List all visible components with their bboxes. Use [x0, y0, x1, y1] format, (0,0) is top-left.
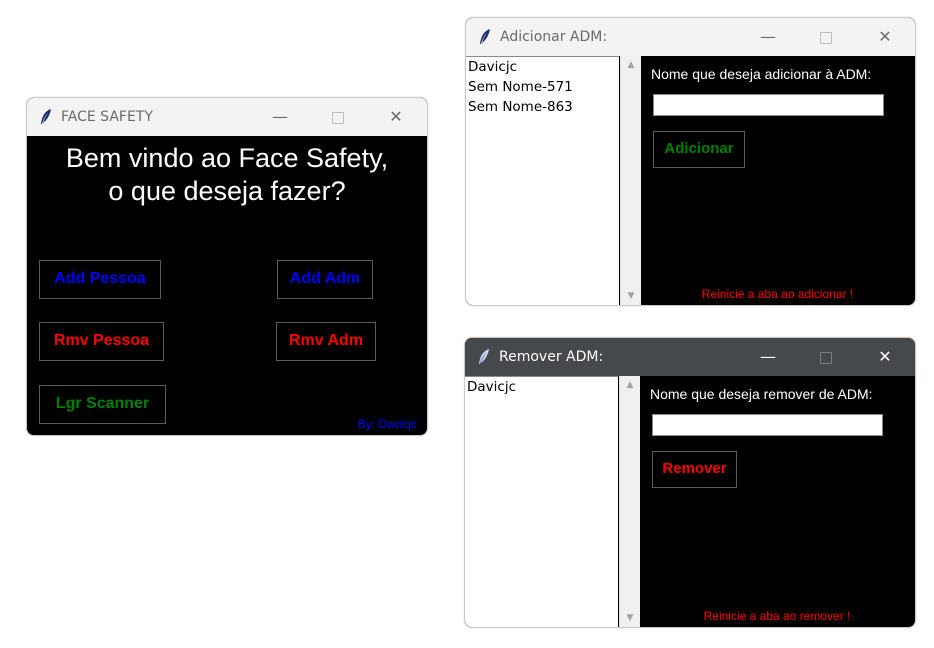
add-restart-note: Reinicie a aba ao adicionar ! — [701, 287, 854, 301]
feather-icon — [41, 109, 51, 124]
remove-prompt-label: Nome que deseja remover de ADM: — [650, 386, 873, 402]
rmv-adm-button[interactable]: Rmv Adm — [276, 322, 376, 361]
minimize-button[interactable]: — — [257, 98, 303, 136]
close-button[interactable]: ✕ — [862, 18, 908, 56]
credit-label: By: Davicjc — [357, 417, 417, 431]
listbox-scrollbar[interactable]: ▲ ▼ — [620, 56, 641, 305]
add-pessoa-button[interactable]: Add Pessoa — [39, 260, 161, 299]
maximize-button[interactable] — [803, 18, 849, 56]
minimize-button[interactable]: — — [745, 18, 791, 56]
add-adm-button[interactable]: Add Adm — [277, 260, 373, 299]
feather-icon — [480, 29, 490, 44]
maximize-icon — [820, 31, 832, 44]
list-item[interactable]: Davicjc — [465, 377, 618, 397]
adicionar-button[interactable]: Adicionar — [653, 131, 745, 168]
scroll-up-icon[interactable]: ▲ — [621, 60, 641, 70]
rmv-pessoa-button[interactable]: Rmv Pessoa — [39, 322, 164, 361]
lgr-scanner-button[interactable]: Lgr Scanner — [39, 385, 166, 424]
main-window: FACE SAFETY — ✕ Bem vindo ao Face Safety… — [26, 97, 428, 436]
minimize-button[interactable]: — — [745, 338, 791, 376]
close-button[interactable]: ✕ — [862, 338, 908, 376]
scroll-down-icon[interactable]: ▼ — [620, 613, 640, 623]
add-name-input[interactable] — [653, 94, 884, 116]
maximize-icon — [332, 111, 344, 124]
window-title: FACE SAFETY — [61, 109, 153, 125]
maximize-button[interactable] — [315, 98, 361, 136]
add-titlebar[interactable]: Adicionar ADM: — ✕ — [466, 18, 915, 56]
listbox-scrollbar[interactable]: ▲ ▼ — [619, 376, 640, 627]
adm-listbox[interactable]: Davicjc Sem Nome-571 Sem Nome-863 — [466, 56, 619, 305]
add-adm-window: Adicionar ADM: — ✕ Davicjc Sem Nome-571 … — [465, 17, 916, 306]
list-item[interactable]: Sem Nome-863 — [466, 97, 619, 117]
window-title: Adicionar ADM: — [500, 29, 608, 45]
welcome-line-2: o que deseja fazer? — [108, 176, 346, 206]
list-item[interactable]: Davicjc — [466, 57, 619, 77]
scroll-up-icon[interactable]: ▲ — [620, 380, 640, 390]
close-button[interactable]: ✕ — [373, 98, 419, 136]
remove-name-input[interactable] — [652, 414, 883, 436]
adm-listbox[interactable]: Davicjc — [465, 376, 618, 627]
add-prompt-label: Nome que deseja adicionar à ADM: — [651, 66, 872, 82]
scroll-down-icon[interactable]: ▼ — [621, 291, 641, 301]
remove-titlebar[interactable]: Remover ADM: — ✕ — [465, 338, 915, 376]
remove-adm-window: Remover ADM: — ✕ Davicjc ▲ ▼ Nome que de… — [464, 337, 916, 628]
remove-restart-note: Reinicie a aba ao remover ! — [703, 609, 851, 623]
main-content: Bem vindo ao Face Safety, o que deseja f… — [27, 136, 427, 435]
remove-content: Davicjc ▲ ▼ Nome que deseja remover de A… — [465, 376, 915, 627]
window-title: Remover ADM: — [499, 349, 604, 365]
maximize-icon — [820, 351, 832, 364]
list-item[interactable]: Sem Nome-571 — [466, 77, 619, 97]
feather-icon — [479, 349, 489, 364]
welcome-line-1: Bem vindo ao Face Safety, — [65, 143, 389, 173]
welcome-heading: Bem vindo ao Face Safety, o que deseja f… — [27, 142, 427, 208]
main-titlebar[interactable]: FACE SAFETY — ✕ — [27, 98, 427, 136]
maximize-button[interactable] — [803, 338, 849, 376]
remover-button[interactable]: Remover — [652, 451, 737, 488]
add-content: Davicjc Sem Nome-571 Sem Nome-863 ▲ ▼ No… — [466, 56, 915, 305]
